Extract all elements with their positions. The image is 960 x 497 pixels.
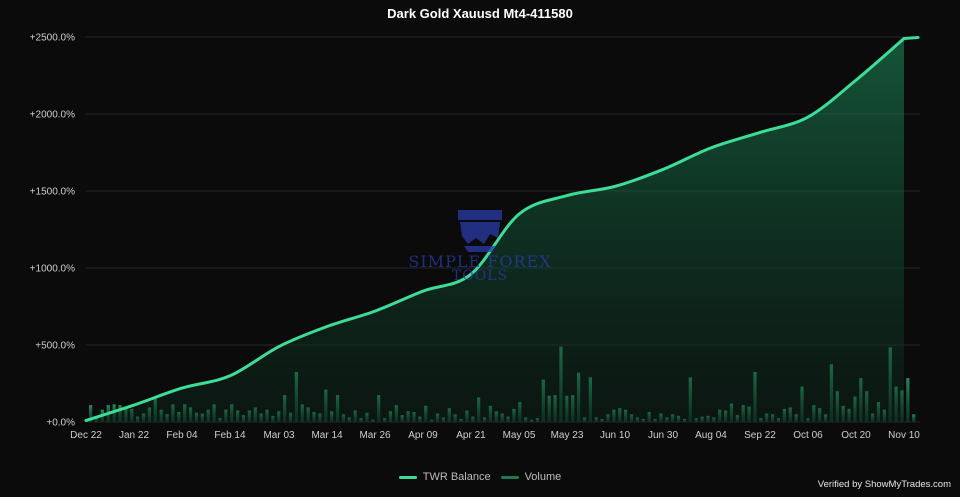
x-tick-label: Apr 09 bbox=[408, 430, 438, 441]
x-tick-label: Apr 21 bbox=[456, 430, 486, 441]
legend-item-twr-balance[interactable]: TWR Balance bbox=[398, 471, 491, 483]
x-tick-label: Mar 14 bbox=[311, 430, 343, 441]
x-tick-label: Oct 06 bbox=[793, 430, 823, 441]
watermark-line2: TOOLS bbox=[451, 268, 509, 284]
x-tick-label: Nov 10 bbox=[888, 430, 920, 441]
twr-balance-swatch bbox=[398, 475, 417, 479]
watermark-logo: SIMPLE FOREX TOOLS bbox=[380, 208, 580, 288]
x-tick-label: Aug 04 bbox=[695, 430, 727, 441]
volume-bar bbox=[912, 414, 916, 422]
x-tick-label: Sep 22 bbox=[744, 430, 776, 441]
x-axis: Dec 22 Jan 22 Feb 04 Feb 14 Mar 03 Mar 14 Mar … bbox=[70, 430, 920, 441]
x-tick-label: Jun 30 bbox=[648, 430, 678, 441]
x-tick-label: May 05 bbox=[503, 430, 536, 441]
legend-item-volume[interactable]: Volume bbox=[500, 471, 562, 483]
x-tick-label: Feb 04 bbox=[166, 430, 198, 441]
x-tick-label: Feb 14 bbox=[214, 430, 246, 441]
y-tick-label: +0.0% bbox=[46, 418, 75, 429]
x-tick-label: Mar 03 bbox=[263, 430, 295, 441]
legend-label-twr-balance: TWR Balance bbox=[422, 471, 491, 483]
y-tick-label: +2500.0% bbox=[30, 33, 75, 44]
x-tick-label: Mar 26 bbox=[359, 430, 391, 441]
x-tick-label: May 23 bbox=[551, 430, 584, 441]
legend-label-volume: Volume bbox=[524, 471, 562, 483]
volume-swatch bbox=[500, 475, 519, 479]
y-tick-label: +2000.0% bbox=[30, 110, 75, 121]
x-tick-label: Jun 10 bbox=[600, 430, 630, 441]
y-tick-label: +1000.0% bbox=[30, 264, 75, 275]
twr-balance-line-end bbox=[902, 36, 920, 41]
y-tick-label: +1500.0% bbox=[30, 187, 75, 198]
verified-footer: Verified by ShowMyTrades.com bbox=[817, 479, 951, 490]
y-tick-label: +500.0% bbox=[35, 341, 75, 352]
y-axis: +0.0% +500.0% +1000.0% +1500.0% +2000.0% +250… bbox=[30, 33, 75, 429]
volume-bar bbox=[906, 378, 910, 422]
x-tick-label: Jan 22 bbox=[119, 430, 149, 441]
x-tick-label: Dec 22 bbox=[70, 430, 102, 441]
legend: TWR Balance Volume bbox=[0, 471, 960, 483]
bull-bear-icon bbox=[458, 210, 502, 252]
x-tick-label: Oct 20 bbox=[841, 430, 871, 441]
